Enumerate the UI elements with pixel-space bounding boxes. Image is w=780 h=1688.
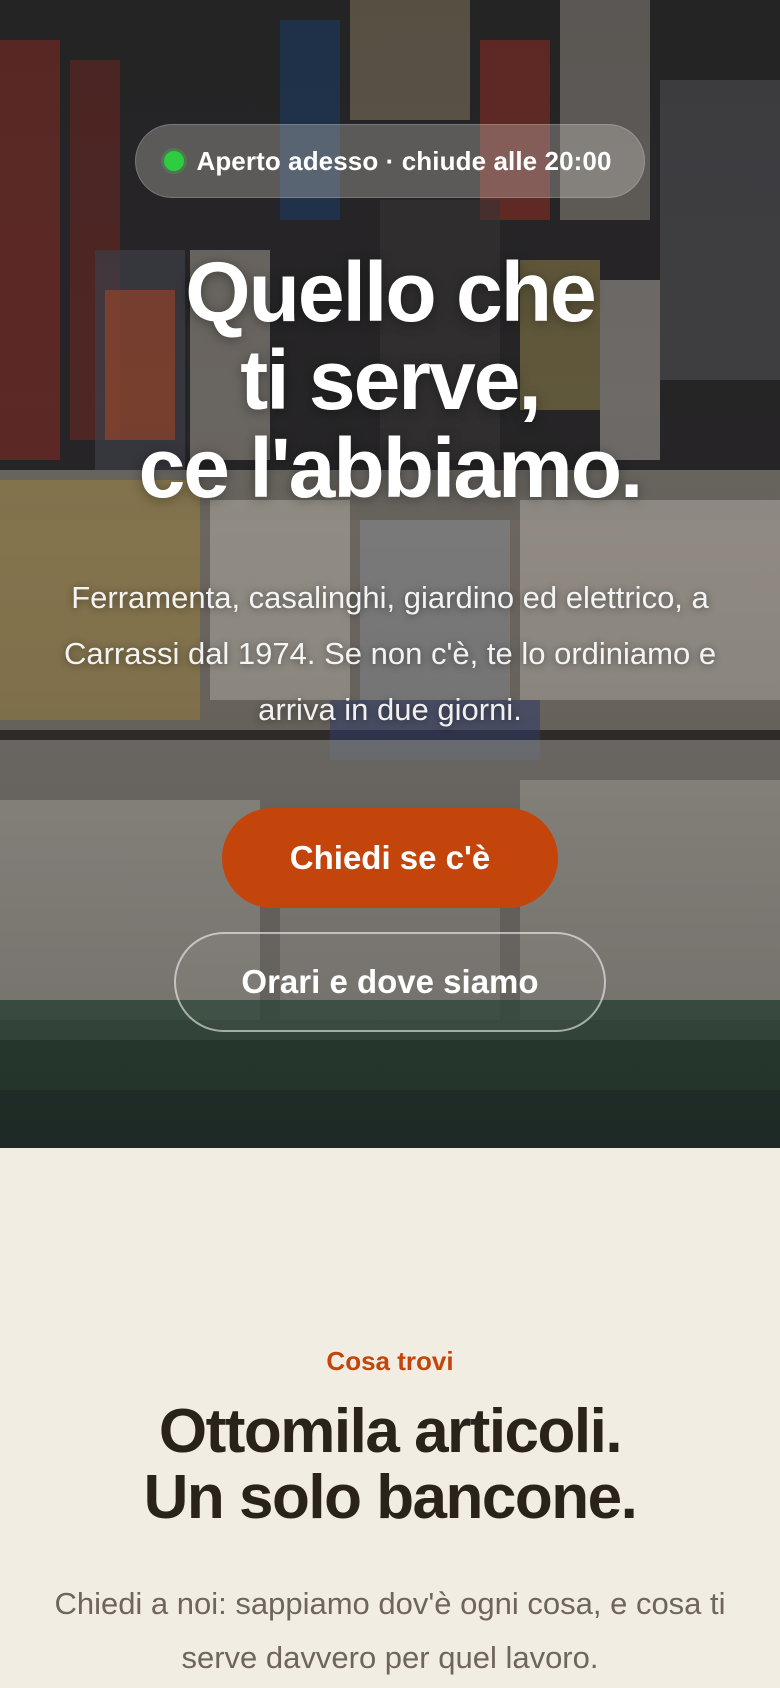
hero-title-line: ti serve, (240, 333, 542, 427)
hero-subtitle: Ferramenta, casalinghi, giardino ed elet… (63, 580, 717, 727)
hero-section: Aperto adesso · chiude alle 20:00 Quello… (0, 0, 780, 1148)
hero-title: Quello che ti serve, ce l'abbiamo. (40, 248, 740, 512)
hero-content: Aperto adesso · chiude alle 20:00 Quello… (0, 0, 780, 1148)
opening-status-pill: Aperto adesso · chiude alle 20:00 (135, 124, 645, 198)
hero-title-line: ce l'abbiamo. (138, 421, 644, 515)
section-eyebrow: Cosa trovi (326, 1346, 454, 1376)
hours-location-button[interactable]: Orari e dove siamo (174, 932, 606, 1032)
section-title: Ottomila articoli. Un solo bancone. (143, 1397, 638, 1532)
hero-title-line: Quello che (185, 245, 596, 339)
products-section: Cosa trovi Ottomila articoli. Un solo ba… (0, 1148, 780, 1688)
section-title-line: Un solo bancone. (143, 1463, 638, 1532)
section-title-line: Ottomila articoli. (158, 1397, 623, 1466)
section-text: Chiedi a noi: sappiamo dov'è ogni cosa, … (54, 1586, 726, 1675)
ask-availability-button[interactable]: Chiedi se c'è (222, 808, 558, 908)
status-dot-icon (164, 151, 185, 171)
opening-status-text: Aperto adesso · chiude alle 20:00 (196, 145, 612, 176)
